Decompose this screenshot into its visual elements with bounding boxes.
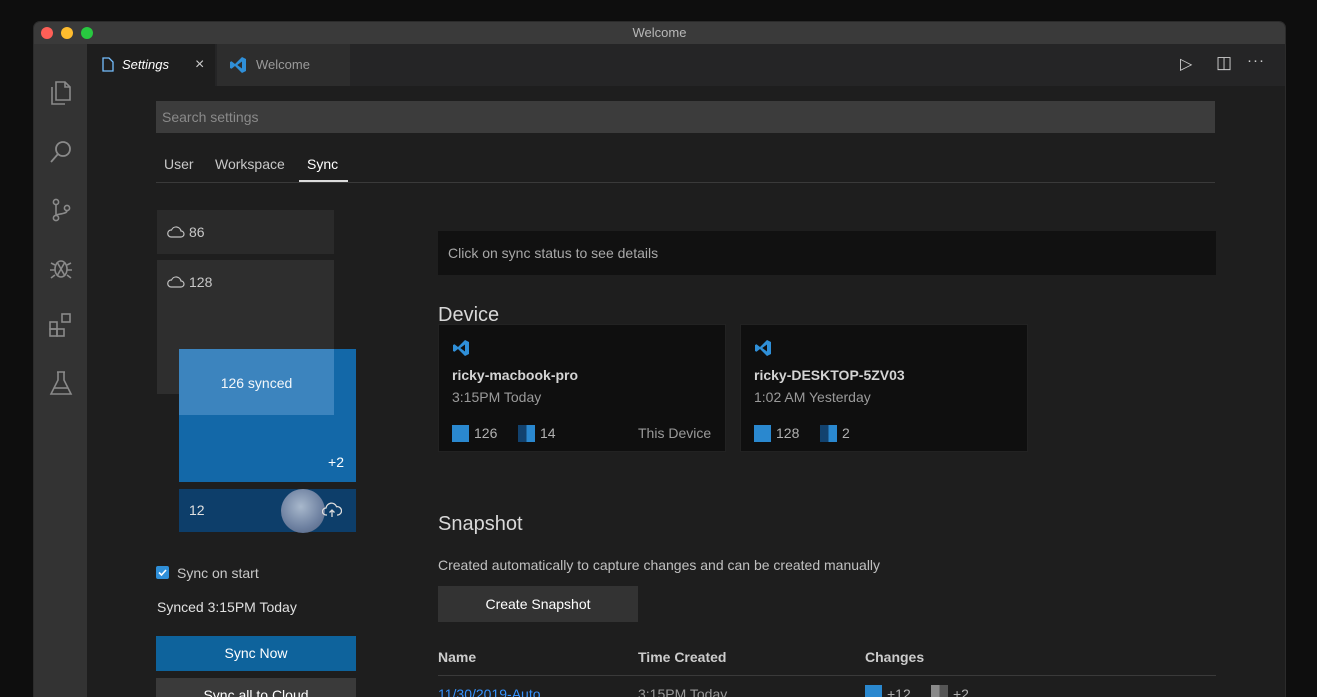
device-card[interactable]: ricky-DESKTOP-5ZV03 1:02 AM Yesterday 12…: [740, 324, 1028, 452]
column-header-time-created: Time Created: [638, 649, 727, 665]
partial-square-icon: [518, 425, 535, 442]
tab-welcome[interactable]: Welcome: [217, 44, 350, 86]
cloud-count: 86: [189, 224, 205, 240]
added-square-icon: [865, 685, 882, 697]
explorer-icon[interactable]: [47, 79, 75, 107]
zoom-window-button[interactable]: [81, 27, 93, 39]
run-icon[interactable]: ▷: [1180, 54, 1192, 74]
synced-status: Synced 3:15PM Today: [157, 599, 297, 615]
table-row: 11/30/2019-Auto 3:15PM Today +12 +2: [438, 683, 1216, 697]
pending-count: 12: [189, 502, 205, 518]
partial-square-icon: [820, 425, 837, 442]
this-device-tag: This Device: [638, 425, 712, 441]
cursor-indicator: [281, 489, 325, 533]
column-header-name: Name: [438, 649, 477, 665]
vscode-window: Welcome Settings × Welcome ▷ ◫ ··· Searc…: [34, 22, 1285, 697]
search-settings-input[interactable]: Search settings: [156, 101, 1215, 133]
close-window-button[interactable]: [41, 27, 53, 39]
source-control-icon[interactable]: [47, 196, 75, 224]
tab-workspace[interactable]: Workspace: [215, 156, 285, 172]
checkmark-icon: [158, 569, 167, 577]
device-time: 3:15PM Today: [452, 389, 542, 405]
changes-added: +12: [887, 686, 911, 697]
device-count-synced: 128: [776, 425, 800, 441]
device-name: ricky-macbook-pro: [452, 367, 579, 383]
vscode-logo-icon: [755, 340, 771, 356]
file-icon: [102, 57, 114, 72]
table-header-divider: [438, 675, 1216, 676]
search-placeholder: Search settings: [162, 109, 259, 125]
tab-user[interactable]: User: [164, 156, 194, 172]
debug-icon[interactable]: [47, 254, 75, 282]
window-title: Welcome: [632, 25, 687, 40]
synced-overlap: 126 synced: [179, 349, 334, 415]
device-name: ricky-DESKTOP-5ZV03: [754, 367, 905, 383]
device-card[interactable]: ricky-macbook-pro 3:15PM Today 126 14 Th…: [438, 324, 726, 452]
device-count-synced: 126: [474, 425, 498, 441]
tab-settings[interactable]: Settings ×: [87, 44, 215, 86]
device-count-partial: 2: [842, 425, 850, 441]
more-actions-icon[interactable]: ···: [1247, 52, 1265, 69]
activity-bar: [34, 44, 87, 697]
pending-upload-block[interactable]: 12: [179, 489, 356, 533]
settings-editor: Search settings User Workspace Sync 86 1…: [87, 86, 1285, 697]
tabs-divider: [156, 182, 1215, 183]
device-count-partial: 14: [540, 425, 556, 441]
create-snapshot-button[interactable]: Create Snapshot: [438, 586, 638, 622]
extensions-icon[interactable]: [47, 311, 75, 339]
changes-modified: +2: [953, 686, 969, 697]
title-bar: Welcome: [34, 22, 1285, 44]
cloud-status-row-1[interactable]: 86: [157, 210, 334, 254]
tab-settings-label: Settings: [122, 57, 169, 72]
search-icon[interactable]: [47, 138, 75, 166]
split-editor-icon[interactable]: ◫: [1216, 53, 1232, 73]
synced-square-icon: [754, 425, 771, 442]
tab-sync[interactable]: Sync: [307, 156, 338, 172]
snapshot-heading: Snapshot: [438, 513, 523, 535]
synced-extra: +2: [328, 454, 344, 470]
details-hint: Click on sync status to see details: [448, 245, 659, 261]
sync-all-to-cloud-button[interactable]: Sync all to Cloud: [156, 678, 356, 697]
device-time: 1:02 AM Yesterday: [754, 389, 871, 405]
vscode-logo-icon: [453, 340, 469, 356]
cloud-icon: [167, 276, 185, 288]
testing-flask-icon[interactable]: [47, 369, 75, 397]
cloud-icon: [167, 226, 185, 238]
minimize-window-button[interactable]: [61, 27, 73, 39]
cloud-upload-icon[interactable]: [322, 502, 342, 518]
sync-on-start-checkbox[interactable]: [156, 566, 169, 579]
snapshot-time: 3:15PM Today: [638, 686, 728, 697]
modified-square-icon: [931, 685, 948, 697]
details-hint-box: Click on sync status to see details: [438, 231, 1216, 275]
synced-square-icon: [452, 425, 469, 442]
tab-welcome-label: Welcome: [256, 57, 310, 72]
snapshot-name-link[interactable]: 11/30/2019-Auto: [438, 686, 541, 697]
cloud-count: 128: [189, 274, 213, 290]
column-header-changes: Changes: [865, 649, 925, 665]
synced-label: 126 synced: [220, 375, 293, 391]
sync-on-start-label: Sync on start: [177, 565, 259, 581]
vscode-logo-icon: [230, 57, 246, 73]
tab-close-icon[interactable]: ×: [195, 44, 204, 86]
editor-tab-bar: Settings × Welcome ▷ ◫ ···: [87, 44, 1285, 86]
snapshot-description: Created automatically to capture changes…: [438, 557, 881, 573]
sync-now-button[interactable]: Sync Now: [156, 636, 356, 671]
